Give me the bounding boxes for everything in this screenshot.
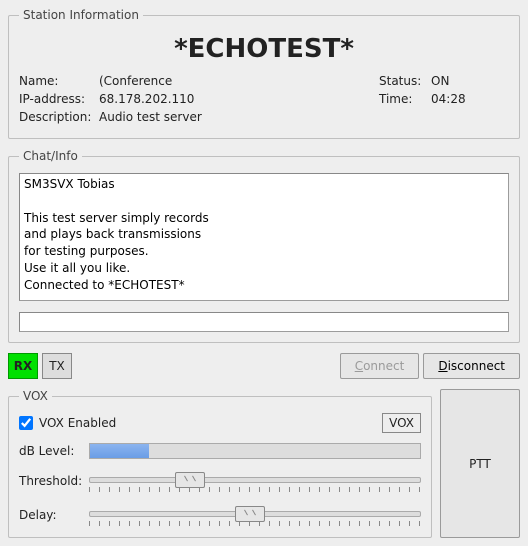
disconnect-label: isconnect bbox=[448, 359, 505, 373]
threshold-label: Threshold: bbox=[19, 474, 89, 488]
time-label: Time: bbox=[379, 92, 431, 106]
station-legend: Station Information bbox=[19, 8, 143, 22]
ip-label: IP-address: bbox=[19, 92, 99, 106]
vox-group: VOX VOX Enabled VOX dB Level: Threshold:… bbox=[8, 389, 432, 538]
station-left-grid: Name: (Conference IP-address: 68.178.202… bbox=[19, 74, 379, 128]
connect-label: onnect bbox=[363, 359, 404, 373]
db-level-label: dB Level: bbox=[19, 444, 89, 458]
station-right-grid: Status: ON Time: 04:28 bbox=[379, 74, 509, 128]
name-value: (Conference bbox=[99, 74, 172, 88]
station-title: *ECHOTEST* bbox=[19, 34, 509, 64]
chat-info-group: Chat/Info SM3SVX Tobias This test server… bbox=[8, 149, 520, 343]
ip-value: 68.178.202.110 bbox=[99, 92, 194, 106]
tx-indicator: TX bbox=[42, 353, 72, 379]
ptt-button[interactable]: PTT bbox=[440, 389, 520, 538]
chat-legend: Chat/Info bbox=[19, 149, 82, 163]
description-label: Description: bbox=[19, 110, 99, 124]
db-level-fill bbox=[90, 444, 149, 458]
description-value: Audio test server bbox=[99, 110, 202, 124]
disconnect-button[interactable]: Disconnect bbox=[423, 353, 520, 379]
status-value: ON bbox=[431, 74, 449, 88]
vox-badge: VOX bbox=[382, 413, 421, 433]
delay-slider[interactable] bbox=[89, 503, 421, 527]
time-value: 04:28 bbox=[431, 92, 466, 106]
status-label: Status: bbox=[379, 74, 431, 88]
name-label: Name: bbox=[19, 74, 99, 88]
vox-enabled-label[interactable]: VOX Enabled bbox=[19, 416, 116, 430]
threshold-slider[interactable] bbox=[89, 469, 421, 493]
chat-input[interactable] bbox=[19, 312, 509, 332]
vox-legend: VOX bbox=[19, 389, 52, 403]
connect-button[interactable]: Connect bbox=[340, 353, 420, 379]
station-information-group: Station Information *ECHOTEST* Name: (Co… bbox=[8, 8, 520, 139]
vox-enabled-checkbox[interactable] bbox=[19, 416, 33, 430]
delay-label: Delay: bbox=[19, 508, 89, 522]
chat-log[interactable]: SM3SVX Tobias This test server simply re… bbox=[19, 173, 509, 301]
rx-indicator: RX bbox=[8, 353, 38, 379]
connection-row: RX TX Connect Disconnect bbox=[8, 353, 520, 379]
db-level-meter bbox=[89, 443, 421, 459]
